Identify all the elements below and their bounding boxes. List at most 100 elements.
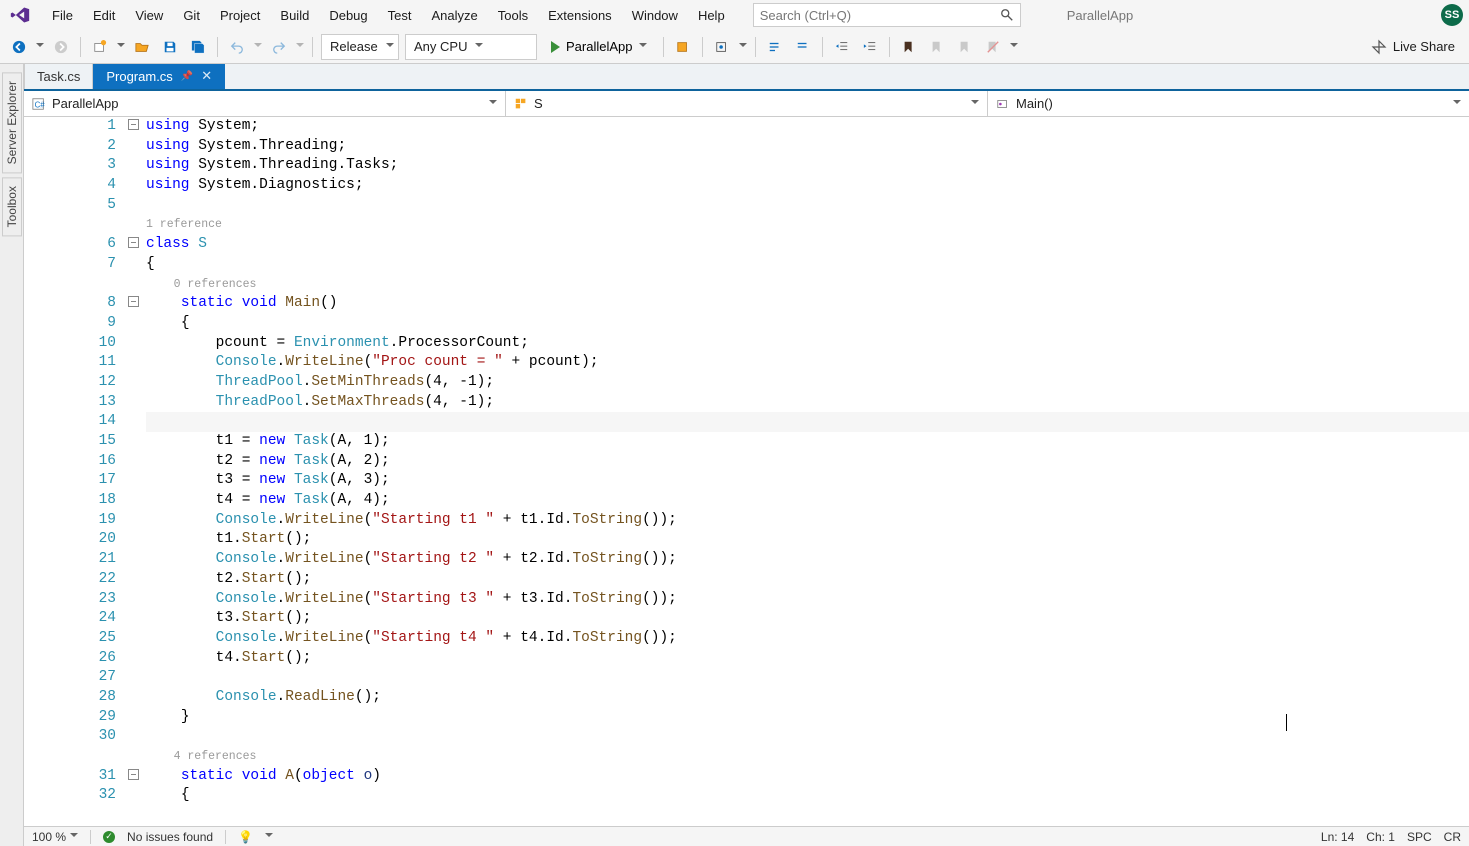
issues-label: No issues found [127,830,213,844]
bookmark-button[interactable] [898,36,920,58]
side-tab-toolbox[interactable]: Toolbox [2,177,22,236]
chevron-down-icon [971,100,979,108]
status-bar: 100 % ✓ No issues found 💡 Ln: 14 Ch: 1 S… [24,826,1469,846]
menu-window[interactable]: Window [622,4,688,27]
tb-button-2[interactable] [711,36,733,58]
config-combo[interactable]: Release [321,34,399,60]
codelens-a[interactable]: 4 references [146,747,1469,767]
indent-more-button[interactable] [859,36,881,58]
nav-member-value: Main() [1016,96,1447,111]
tb-button-1[interactable] [672,36,694,58]
open-file-button[interactable] [131,36,153,58]
search-placeholder: Search (Ctrl+Q) [760,8,1000,23]
nav-member-combo[interactable]: Main() [988,91,1469,116]
start-debug-button[interactable]: ParallelApp [543,39,655,54]
chevron-down-icon [475,43,483,51]
nav-back-button[interactable] [8,36,30,58]
separator [663,37,664,57]
menu-debug[interactable]: Debug [319,4,377,27]
class-icon [514,97,528,111]
status-ending: CR [1444,830,1461,844]
config-value: Release [330,39,378,54]
chevron-down-icon [489,100,497,108]
next-bookmark-button[interactable] [954,36,976,58]
comment-out-button[interactable] [764,36,786,58]
menu-analyze[interactable]: Analyze [421,4,487,27]
tab-program-cs[interactable]: Program.cs 📌 ✕ [93,64,225,89]
separator [889,37,890,57]
codelens-main[interactable]: 0 references [146,275,1469,295]
separator [312,37,313,57]
tb-dropdown-2[interactable] [739,43,747,51]
chevron-down-icon[interactable] [265,833,273,841]
pin-icon[interactable]: 📌 [181,71,193,82]
tab-task-cs[interactable]: Task.cs [24,64,93,89]
fold-icon[interactable] [128,296,139,307]
undo-dropdown[interactable] [254,43,262,51]
fold-icon[interactable] [128,769,139,780]
menu-edit[interactable]: Edit [83,4,125,27]
menu-git[interactable]: Git [173,4,210,27]
fold-icon[interactable] [128,237,139,248]
avatar[interactable]: SS [1441,4,1463,26]
side-tab-server-explorer[interactable]: Server Explorer [2,72,22,173]
nav-class-combo[interactable]: S [506,91,988,116]
code-content[interactable]: using System; using System.Threading; us… [146,117,1469,826]
document-tabs: Task.cs Program.cs 📌 ✕ [24,64,1469,91]
chevron-down-icon [1453,100,1461,108]
line-number-gutter: 1 2 3 4 5 6 7 8 9 10 11 12 13 14 15 16 1… [24,117,128,826]
side-tabs: Server Explorer Toolbox [0,64,24,846]
new-project-dropdown[interactable] [117,43,125,51]
menu-project[interactable]: Project [210,4,270,27]
nav-back-dropdown[interactable] [36,43,44,51]
save-button[interactable] [159,36,181,58]
fold-icon[interactable] [128,119,139,130]
menu-tools[interactable]: Tools [488,4,538,27]
undo-button[interactable] [226,36,248,58]
zoom-combo[interactable]: 100 % [32,830,78,844]
chevron-down-icon [70,833,78,841]
method-icon [996,97,1010,111]
prev-bookmark-button[interactable] [926,36,948,58]
menu-extensions[interactable]: Extensions [538,4,622,27]
start-label: ParallelApp [566,39,633,54]
save-all-button[interactable] [187,36,209,58]
redo-dropdown[interactable] [296,43,304,51]
close-icon[interactable]: ✕ [201,68,212,84]
chevron-down-icon [639,43,647,51]
tab-label: Program.cs [106,69,172,84]
toolbar-overflow[interactable] [1010,43,1018,51]
redo-button[interactable] [268,36,290,58]
menu-build[interactable]: Build [270,4,319,27]
nav-project-combo[interactable]: C# ParallelApp [24,91,506,116]
lightbulb-icon[interactable]: 💡 [238,830,253,844]
separator [755,37,756,57]
separator [80,37,81,57]
nav-forward-button[interactable] [50,36,72,58]
menu-help[interactable]: Help [688,4,735,27]
platform-combo[interactable]: Any CPU [405,34,537,60]
platform-value: Any CPU [414,39,467,54]
separator [225,830,226,844]
new-project-button[interactable] [89,36,111,58]
clear-bookmark-button[interactable] [982,36,1004,58]
menu-file[interactable]: File [42,4,83,27]
nav-project-value: ParallelApp [52,96,483,111]
live-share-button[interactable]: Live Share [1365,39,1461,55]
fold-gutter [128,117,146,826]
code-editor[interactable]: 1 2 3 4 5 6 7 8 9 10 11 12 13 14 15 16 1… [24,117,1469,826]
solution-name: ParallelApp [1057,8,1144,23]
toolbar: Release Any CPU ParallelApp Live Share [0,30,1469,64]
indent-less-button[interactable] [831,36,853,58]
separator [822,37,823,57]
uncomment-button[interactable] [792,36,814,58]
codelens-class[interactable]: 1 reference [146,215,1469,235]
search-input[interactable]: Search (Ctrl+Q) [753,3,1021,27]
menu-view[interactable]: View [125,4,173,27]
text-cursor [1286,714,1287,731]
csharp-project-icon: C# [32,97,46,111]
vs-logo-icon [6,4,34,26]
live-share-icon [1371,39,1387,55]
nav-class-value: S [534,96,965,111]
menu-test[interactable]: Test [378,4,422,27]
